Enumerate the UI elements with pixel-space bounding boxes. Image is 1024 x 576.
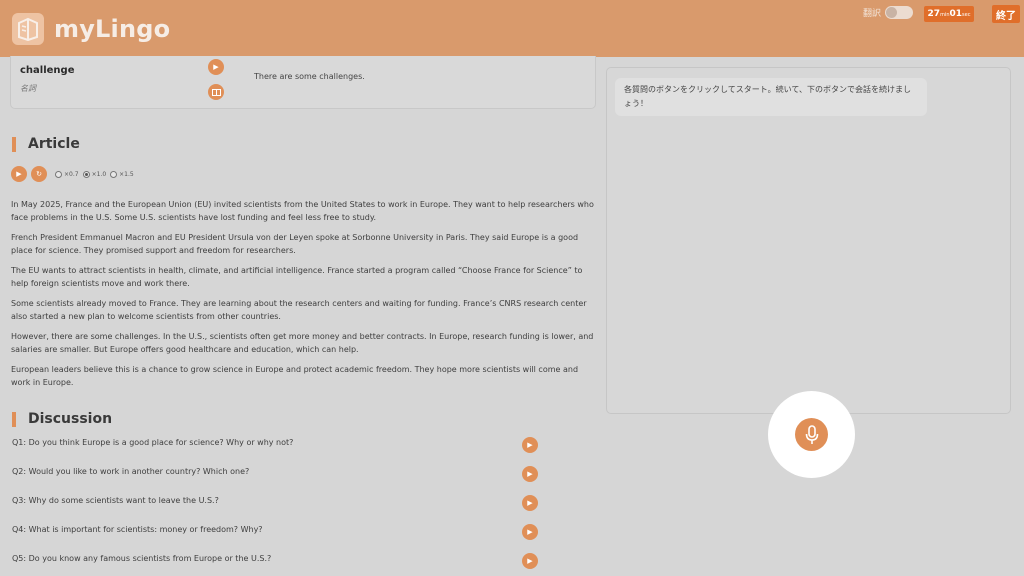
discussion-question: Q1: Do you think Europe is a good place … (12, 438, 294, 447)
audio-controls: ▶ ↻ ×0.7 ×1.0 ×1.5 (11, 166, 134, 182)
question-5-play-button[interactable]: ▶ (522, 553, 538, 569)
session-timer: 27min01sec (924, 6, 974, 22)
book-icon (12, 13, 44, 45)
speed-option-1-0[interactable]: ×1.0 (82, 170, 107, 178)
app-logo: myLingo (12, 13, 170, 45)
article-heading: Article (12, 136, 80, 152)
timer-minutes: 27 (927, 9, 941, 19)
app-name: myLingo (54, 15, 171, 43)
vocab-play-button[interactable]: ▶ (208, 59, 224, 75)
article-body: In May 2025, France and the European Uni… (11, 199, 596, 397)
speed-radio-selected[interactable] (82, 170, 90, 178)
play-icon: ▶ (213, 62, 219, 71)
speed-radio[interactable] (55, 170, 62, 178)
speed-option-0-7[interactable]: ×0.7 (55, 170, 79, 178)
play-icon: ▶ (527, 469, 533, 478)
play-icon: ▶ (527, 527, 533, 536)
discussion-question: Q2: Would you like to work in another co… (12, 467, 250, 476)
microphone-icon (805, 424, 818, 444)
article-paragraph: European leaders believe this is a chanc… (11, 365, 579, 387)
end-session-button[interactable]: 終了 (992, 5, 1020, 23)
timer-seconds: 01 (949, 9, 963, 19)
translate-label: 翻訳 (863, 9, 882, 19)
question-1-play-button[interactable]: ▶ (522, 437, 538, 453)
vocab-word: challenge (20, 65, 75, 76)
discussion-question: Q5: Do you know any famous scientists fr… (12, 554, 272, 563)
app-header: myLingo 翻訳 27min01sec 終了 (0, 0, 1024, 57)
speed-label: ×1.0 (91, 170, 107, 178)
article-paragraph: Some scientists already moved to France.… (11, 299, 587, 321)
play-icon: ▶ (16, 169, 22, 178)
play-icon: ▶ (527, 440, 533, 449)
article-paragraph: In May 2025, France and the European Uni… (11, 200, 594, 222)
article-paragraph: The EU wants to attract scientists in he… (11, 266, 583, 288)
vocab-part-of-speech: 名詞 (20, 84, 36, 93)
article-paragraph: However, there are some challenges. In t… (11, 332, 594, 354)
flashcard-icon (211, 88, 221, 96)
question-3-play-button[interactable]: ▶ (522, 495, 538, 511)
vocab-card: challenge 名詞 ▶ There are some challenges… (10, 56, 596, 109)
article-play-button[interactable]: ▶ (11, 166, 27, 182)
article-replay-button[interactable]: ↻ (31, 166, 47, 182)
article-paragraph: French President Emmanuel Macron and EU … (11, 233, 579, 255)
discussion-question: Q3: Why do some scientists want to leave… (12, 496, 219, 505)
speed-label: ×1.5 (119, 170, 134, 178)
replay-icon: ↻ (36, 169, 42, 178)
speed-radio[interactable] (110, 170, 118, 178)
assistant-message: 各質問のボタンをクリックしてスタート。続いて、下のボタンで会話を続けましょう！ (615, 78, 927, 116)
vocab-flashcard-button[interactable] (208, 84, 224, 100)
play-icon: ▶ (527, 498, 533, 507)
timer-min-unit: min (940, 12, 950, 18)
play-icon: ▶ (527, 556, 533, 565)
discussion-question: Q4: What is important for scientists: mo… (12, 525, 263, 534)
speed-label: ×0.7 (64, 170, 79, 178)
discussion-heading: Discussion (12, 411, 112, 427)
microphone-button[interactable] (795, 418, 828, 451)
translate-toggle[interactable] (885, 6, 913, 19)
chat-panel: 各質問のボタンをクリックしてスタート。続いて、下のボタンで会話を続けましょう！ (606, 67, 1011, 414)
vocab-example-sentence: There are some challenges. (254, 72, 365, 81)
question-2-play-button[interactable]: ▶ (522, 466, 538, 482)
timer-sec-unit: sec (962, 12, 971, 18)
speed-option-1-5[interactable]: ×1.5 (110, 170, 134, 178)
question-4-play-button[interactable]: ▶ (522, 524, 538, 540)
